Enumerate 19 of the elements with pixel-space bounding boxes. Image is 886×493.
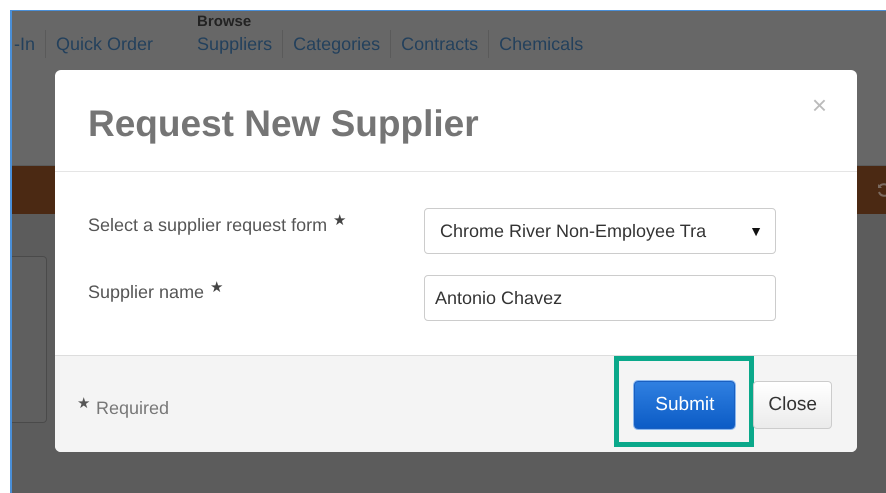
required-mark: ★: [210, 278, 224, 298]
nav-link[interactable]: Quick Order: [56, 33, 154, 55]
input-field[interactable]: Antonio Chavez: [424, 275, 776, 321]
required-mark: ★: [77, 394, 90, 414]
select-field[interactable]: Chrome River Non-Employee Tra ▼: [424, 208, 776, 254]
nav-link[interactable]: Suppliers: [197, 33, 272, 55]
field-label: Supplier name: [88, 282, 204, 303]
nav-link[interactable]: Chemicals: [499, 33, 584, 55]
nav-link[interactable]: Categories: [293, 33, 380, 55]
close-button[interactable]: Close: [753, 380, 832, 428]
nav-link[interactable]: -In: [14, 33, 36, 55]
nav-heading: Browse: [197, 14, 252, 29]
nav-link[interactable]: Contracts: [401, 33, 478, 55]
close-button[interactable]: ×: [812, 92, 827, 118]
required-mark: ★: [333, 211, 346, 231]
dialog-title: Request New Supplier: [88, 102, 479, 144]
required-note: Required: [96, 398, 170, 418]
submit-button[interactable]: Submit: [634, 380, 736, 428]
field-label: Select a supplier request form: [88, 215, 328, 236]
